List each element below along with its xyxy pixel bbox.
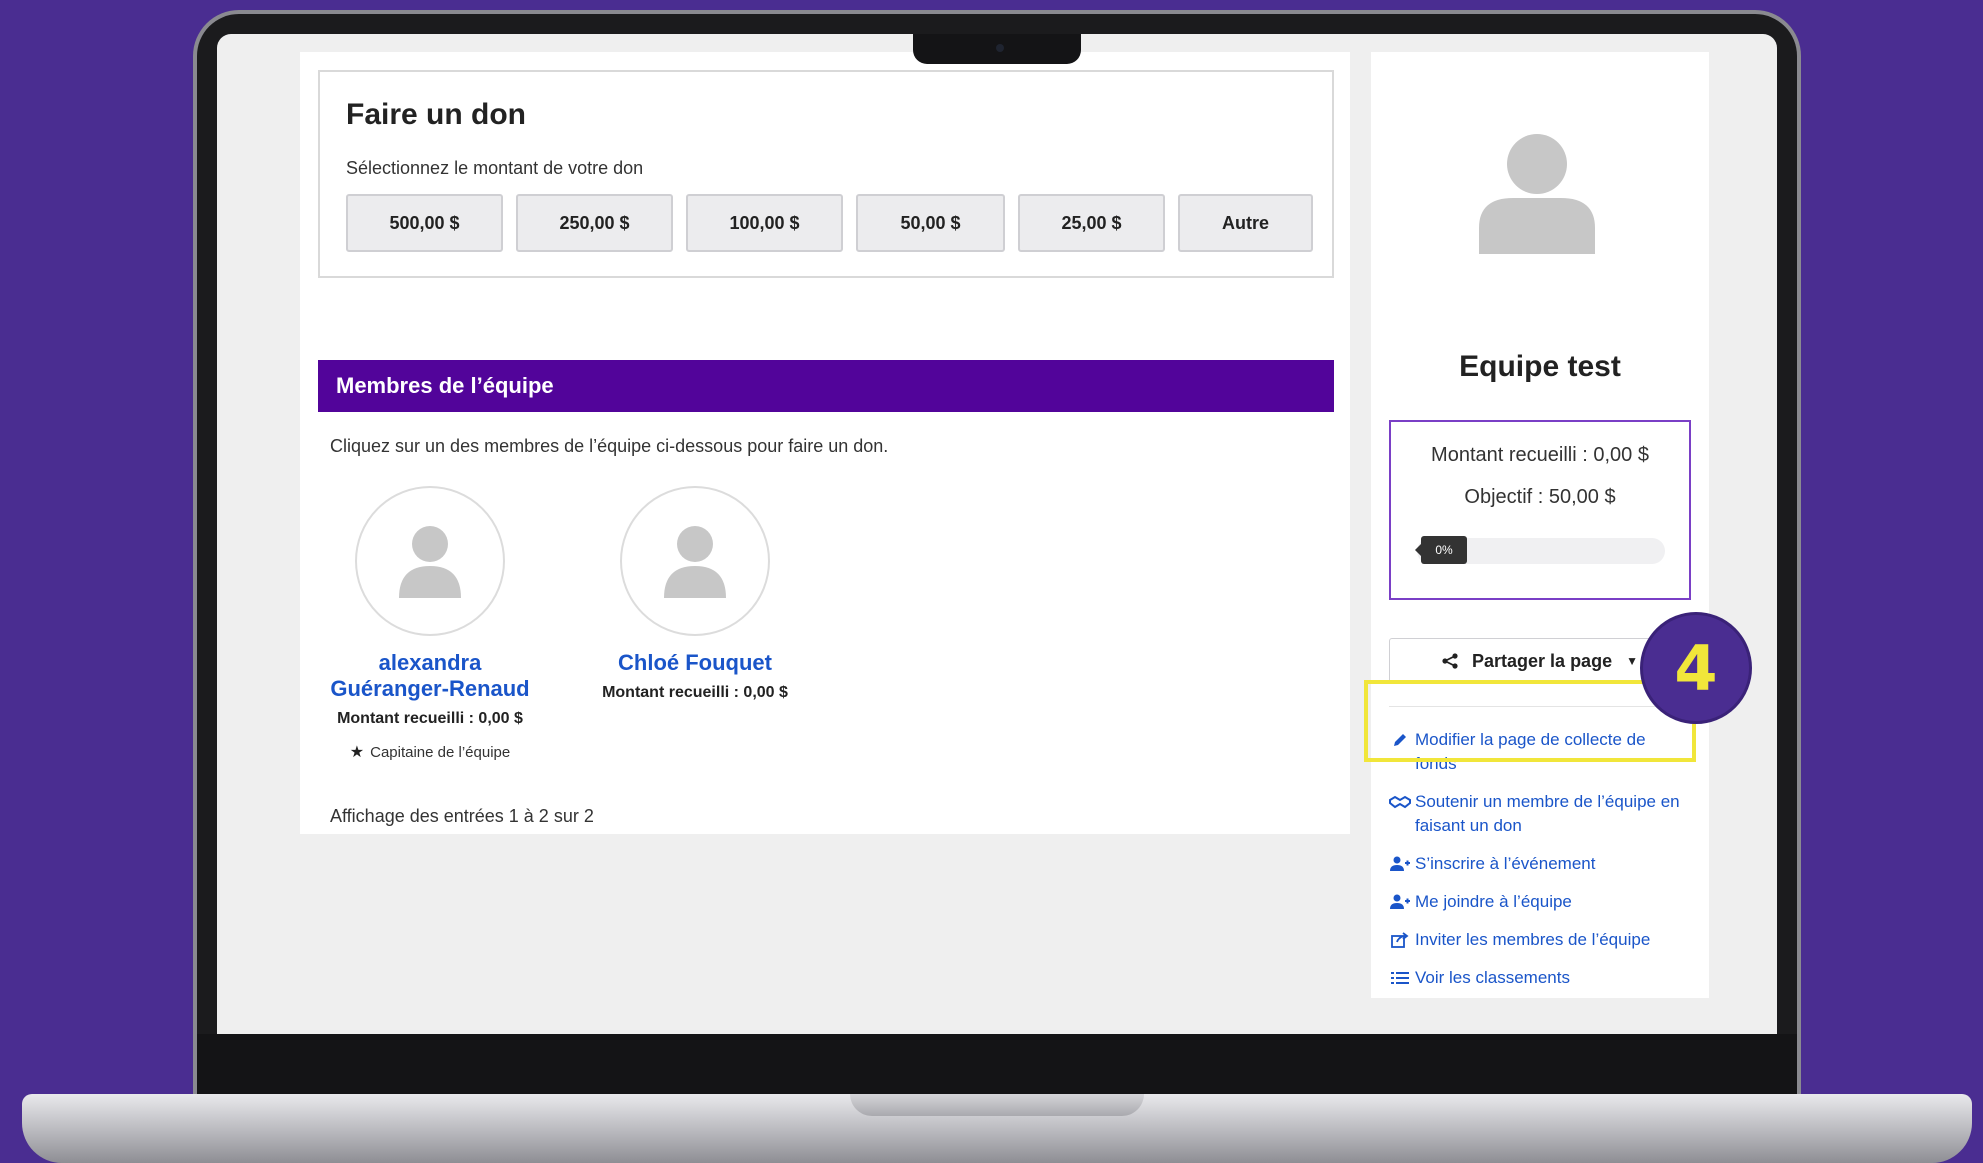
entries-info: Affichage des entrées 1 à 2 sur 2 xyxy=(330,806,594,826)
register-event-label: S’inscrire à l’événement xyxy=(1415,854,1596,873)
user-silhouette-icon xyxy=(664,526,726,598)
amount-raised: Montant recueilli : 0,00 $ xyxy=(1431,444,1649,466)
list-icon xyxy=(1389,966,1411,990)
member-amount: Montant recueilli : 0,00 $ xyxy=(602,684,788,701)
donation-subtitle: Sélectionnez le montant de votre don xyxy=(346,158,644,178)
team-instruction: Cliquez sur un des membres de l’équipe c… xyxy=(330,436,889,456)
team-members-header: Membres de l’équipe xyxy=(318,360,1334,412)
sidebar-links: Modifier la page de collecte de fonds So… xyxy=(1389,728,1689,1004)
support-team-member-link[interactable]: Soutenir un membre de l’équipe en faisan… xyxy=(1389,790,1689,838)
team-member-card[interactable]: Chloé Fouquet Montant recueilli : 0,00 $ xyxy=(570,486,820,702)
support-team-member-label: Soutenir un membre de l’équipe en faisan… xyxy=(1415,792,1680,835)
progress-label: 0% xyxy=(1415,536,1467,564)
donation-amounts: 500,00 $ 250,00 $ 100,00 $ 50,00 $ 25,00… xyxy=(346,194,1313,252)
member-amount: Montant recueilli : 0,00 $ xyxy=(337,710,523,727)
share-page-label: Partager la page xyxy=(1472,650,1613,671)
amount-250-button[interactable]: 250,00 $ xyxy=(516,194,673,252)
register-event-link[interactable]: S’inscrire à l’événement xyxy=(1389,852,1689,876)
member-role: ★ Capitaine de l’équipe xyxy=(318,742,542,762)
share-icon xyxy=(1442,653,1458,669)
invite-team-members-link[interactable]: Inviter les membres de l’équipe xyxy=(1389,928,1689,952)
amount-50-button[interactable]: 50,00 $ xyxy=(856,194,1005,252)
member-avatar[interactable] xyxy=(620,486,770,636)
member-name[interactable]: alexandra Guéranger-Renaud xyxy=(318,650,542,702)
sidebar-card: Equipe test Montant recueilli : 0,00 $ O… xyxy=(1371,52,1709,998)
amount-100-button[interactable]: 100,00 $ xyxy=(686,194,843,252)
share-square-icon xyxy=(1389,928,1411,952)
team-avatar-icon xyxy=(1479,134,1595,254)
caret-down-icon: ▼ xyxy=(1626,654,1638,668)
user-plus-icon xyxy=(1389,852,1411,876)
join-team-link[interactable]: Me joindre à l’équipe xyxy=(1389,890,1689,914)
member-avatar[interactable] xyxy=(355,486,505,636)
join-team-label: Me joindre à l’équipe xyxy=(1415,892,1572,911)
camera-icon xyxy=(996,44,1004,52)
amount-other-button[interactable]: Autre xyxy=(1178,194,1313,252)
view-rankings-link[interactable]: Voir les classements xyxy=(1389,966,1689,990)
team-name: Equipe test xyxy=(1459,350,1621,383)
laptop-base-notch xyxy=(850,1094,1144,1116)
laptop-screen: Faire un don Sélectionnez le montant de … xyxy=(217,34,1777,1034)
member-name[interactable]: Chloé Fouquet xyxy=(570,650,820,676)
donation-title: Faire un don xyxy=(346,98,526,131)
handshake-icon xyxy=(1389,790,1411,814)
main-content-card: Faire un don Sélectionnez le montant de … xyxy=(300,52,1350,834)
user-plus-icon xyxy=(1389,890,1411,914)
view-rankings-label: Voir les classements xyxy=(1415,968,1570,987)
member-role-label: Capitaine de l’équipe xyxy=(370,743,511,761)
screen-bezel-bottom xyxy=(197,1034,1797,1094)
fundraising-goal: Objectif : 50,00 $ xyxy=(1464,486,1616,508)
step-number-badge: 4 xyxy=(1640,612,1752,724)
team-member-card[interactable]: alexandra Guéranger-Renaud Montant recue… xyxy=(318,486,542,762)
invite-team-members-label: Inviter les membres de l’équipe xyxy=(1415,930,1651,949)
team-stats-box: Montant recueilli : 0,00 $ Objectif : 50… xyxy=(1389,420,1691,600)
star-icon: ★ xyxy=(349,744,365,761)
user-silhouette-icon xyxy=(399,526,461,598)
donation-box: Faire un don Sélectionnez le montant de … xyxy=(318,70,1334,278)
amount-500-button[interactable]: 500,00 $ xyxy=(346,194,503,252)
amount-25-button[interactable]: 25,00 $ xyxy=(1018,194,1165,252)
